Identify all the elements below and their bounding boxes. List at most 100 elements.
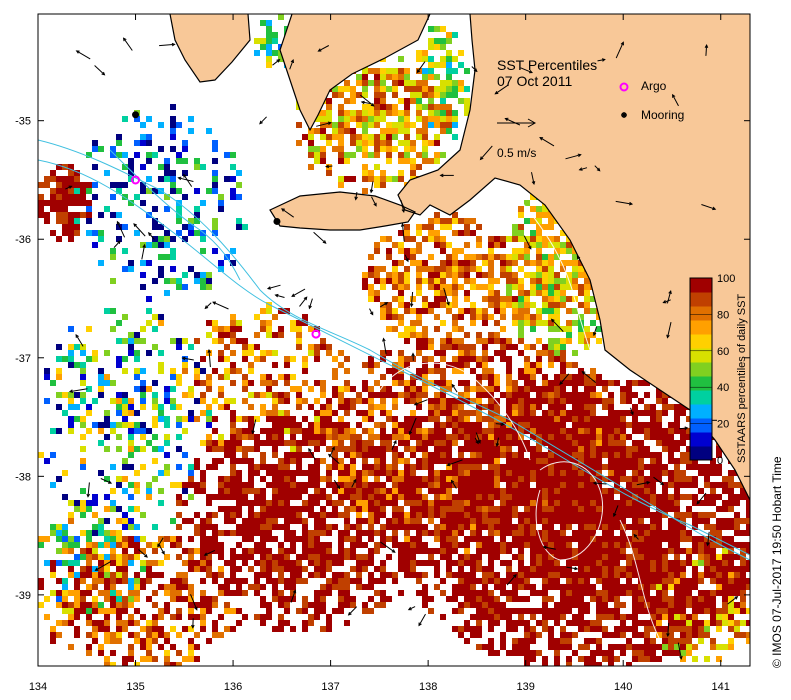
sst-cell (380, 266, 386, 272)
sst-cell (464, 290, 470, 296)
sst-cell (548, 644, 554, 650)
sst-cell (248, 500, 254, 506)
sst-cell (410, 548, 416, 554)
sst-cell (374, 422, 380, 428)
sst-cell (650, 644, 656, 650)
sst-cell (308, 434, 314, 440)
sst-cell (320, 116, 326, 122)
sst-cell (632, 440, 638, 446)
sst-cell (416, 116, 422, 122)
sst-cell (302, 524, 308, 530)
sst-cell (356, 494, 362, 500)
sst-cell (566, 326, 572, 332)
sst-cell (530, 422, 536, 428)
sst-cell (212, 458, 218, 464)
sst-cell (266, 614, 272, 620)
sst-cell (248, 464, 254, 470)
sst-cell (290, 578, 296, 584)
sst-cell (626, 476, 632, 482)
sst-cell (512, 314, 518, 320)
sst-cell (224, 152, 230, 158)
sst-cell (560, 464, 566, 470)
sst-cell (338, 416, 344, 422)
sst-cell (686, 512, 692, 518)
sst-cell (248, 368, 254, 374)
sst-cell (236, 506, 242, 512)
sst-cell (614, 626, 620, 632)
sst-cell (680, 632, 686, 638)
sst-cell (122, 626, 128, 632)
sst-cell (74, 542, 80, 548)
sst-cell (590, 638, 596, 644)
sst-cell (590, 518, 596, 524)
sst-cell (170, 248, 176, 254)
sst-cell (356, 488, 362, 494)
sst-cell (188, 644, 194, 650)
sst-cell (206, 374, 212, 380)
sst-cell (86, 584, 92, 590)
sst-cell (722, 584, 728, 590)
sst-cell (422, 92, 428, 98)
sst-cell (512, 506, 518, 512)
sst-cell (50, 194, 56, 200)
sst-cell (200, 392, 206, 398)
sst-cell (674, 560, 680, 566)
sst-cell (446, 254, 452, 260)
sst-cell (512, 500, 518, 506)
sst-cell (92, 584, 98, 590)
sst-cell (200, 440, 206, 446)
sst-cell (404, 572, 410, 578)
sst-cell (620, 464, 626, 470)
sst-cell (542, 398, 548, 404)
sst-cell (272, 332, 278, 338)
sst-cell (554, 566, 560, 572)
sst-cell (332, 608, 338, 614)
sst-cell (746, 524, 750, 530)
sst-cell (494, 350, 500, 356)
sst-cell (428, 302, 434, 308)
sst-cell (704, 524, 710, 530)
sst-cell (614, 614, 620, 620)
sst-cell (278, 548, 284, 554)
sst-cell (62, 182, 68, 188)
sst-cell (512, 482, 518, 488)
sst-cell (50, 452, 56, 458)
sst-cell (434, 290, 440, 296)
sst-cell (134, 578, 140, 584)
sst-cell (398, 68, 404, 74)
sst-cell (266, 524, 272, 530)
sst-cell (146, 116, 152, 122)
sst-cell (68, 512, 74, 518)
sst-cell (554, 638, 560, 644)
sst-cell (80, 350, 86, 356)
sst-cell (74, 362, 80, 368)
sst-cell (488, 314, 494, 320)
sst-cell (452, 296, 458, 302)
sst-cell (230, 368, 236, 374)
sst-cell (362, 110, 368, 116)
sst-cell (446, 422, 452, 428)
sst-cell (740, 494, 746, 500)
sst-cell (488, 554, 494, 560)
sst-cell (404, 542, 410, 548)
sst-cell (566, 536, 572, 542)
sst-cell (662, 464, 668, 470)
sst-cell (74, 632, 80, 638)
sst-cell (530, 326, 536, 332)
sst-cell (416, 314, 422, 320)
sst-cell (500, 266, 506, 272)
sst-cell (422, 146, 428, 152)
sst-cell (332, 356, 338, 362)
sst-cell (542, 608, 548, 614)
sst-cell (308, 440, 314, 446)
sst-cell (494, 554, 500, 560)
sst-cell (584, 434, 590, 440)
sst-cell (626, 524, 632, 530)
sst-cell (392, 578, 398, 584)
sst-cell (536, 266, 542, 272)
sst-cell (464, 68, 470, 74)
sst-cell (170, 266, 176, 272)
sst-cell (422, 434, 428, 440)
sst-cell (740, 572, 746, 578)
sst-cell (380, 74, 386, 80)
